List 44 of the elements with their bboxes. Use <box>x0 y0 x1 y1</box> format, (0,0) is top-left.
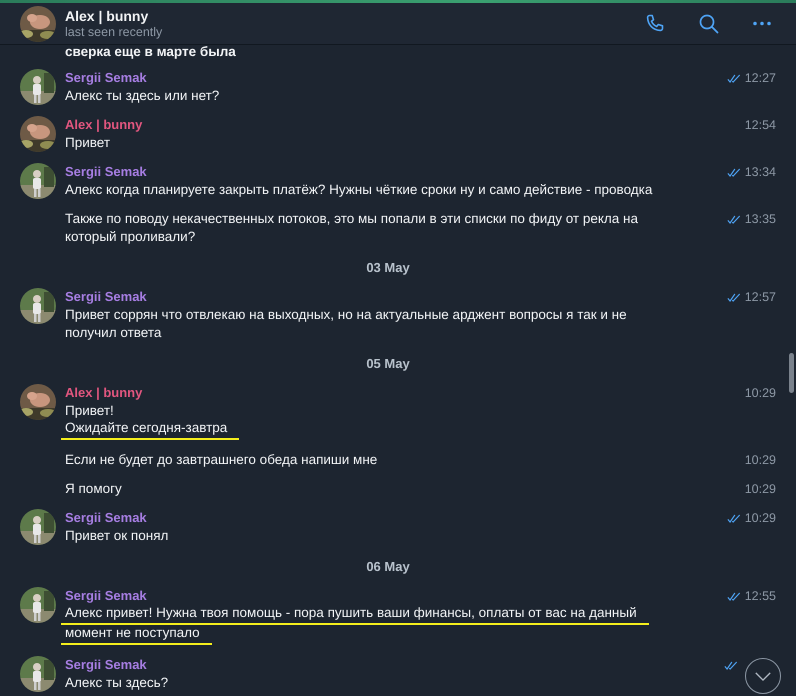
sender-name: Sergii Semak <box>65 163 147 181</box>
message-text: Алекс ты здесь или нет? <box>65 87 220 105</box>
message-time: 10:29 <box>744 385 776 402</box>
message-text: Если не будет до завтрашнего обеда напиши мне <box>65 451 378 469</box>
sender-name: Sergii Semak <box>65 509 147 527</box>
sender-name: Sergii Semak <box>65 587 147 605</box>
date-separator: 03 May <box>366 260 410 275</box>
scrollbar[interactable] <box>789 353 794 393</box>
message-text: Также по поводу некачественных потоков, это мы попали в эти списки по фиду от рекла на <box>65 210 638 228</box>
message-text: момент не поступало <box>61 625 212 645</box>
message-time: 10:29 <box>744 452 776 469</box>
sender-name: Alex | bunny <box>65 384 142 402</box>
sender-name: Alex | bunny <box>65 116 142 134</box>
sender-name: Sergii Semak <box>65 656 147 674</box>
message-text: сверка еще в марте была <box>65 45 237 59</box>
message-time: 10:29 <box>744 510 776 527</box>
message-time: 13:34 <box>744 164 776 181</box>
message-text: Алекс привет! Нужна твоя помощь - пора пушить ваши финансы, оплаты от вас на данный <box>61 605 649 625</box>
message-time: 10:29 <box>744 481 776 498</box>
message-text: Алекс ты здесь? <box>65 674 168 692</box>
date-separator: 05 May <box>366 356 410 371</box>
message-text: Привет ок понял <box>65 527 168 545</box>
sender-name: Sergii Semak <box>65 69 147 87</box>
search-icon[interactable] <box>697 12 721 36</box>
message-time: 13:35 <box>744 211 776 228</box>
more-icon[interactable] <box>751 20 773 27</box>
message-text: Привет соррян что отвлекаю на выходных, но на актуальные арджент вопросы я так и не <box>65 306 627 324</box>
last-seen-status: last seen recently <box>65 25 164 39</box>
message-text: Привет! <box>65 402 114 420</box>
message-text: Алекс когда планируете закрыть платёж? Нужны чёткие сроки ну и само действие - проводка <box>65 181 652 199</box>
message-time: 12:27 <box>744 70 776 87</box>
message-text: получил ответа <box>65 324 162 342</box>
sender-name: Sergii Semak <box>65 288 147 306</box>
message-time: 12:55 <box>744 588 776 605</box>
chevron-down-icon <box>754 670 772 682</box>
message-time: 12:54 <box>744 117 776 134</box>
message-text: который проливали? <box>65 228 196 246</box>
message-text: Привет <box>65 134 110 152</box>
message-time: 12:57 <box>744 289 776 306</box>
date-separator: 06 May <box>366 559 410 574</box>
message-text: Я помогу <box>65 480 122 498</box>
message-text: Ожидайте сегодня-завтра <box>61 420 240 440</box>
scroll-down-button[interactable] <box>745 658 781 694</box>
chat-title: Alex | bunny <box>65 8 150 24</box>
